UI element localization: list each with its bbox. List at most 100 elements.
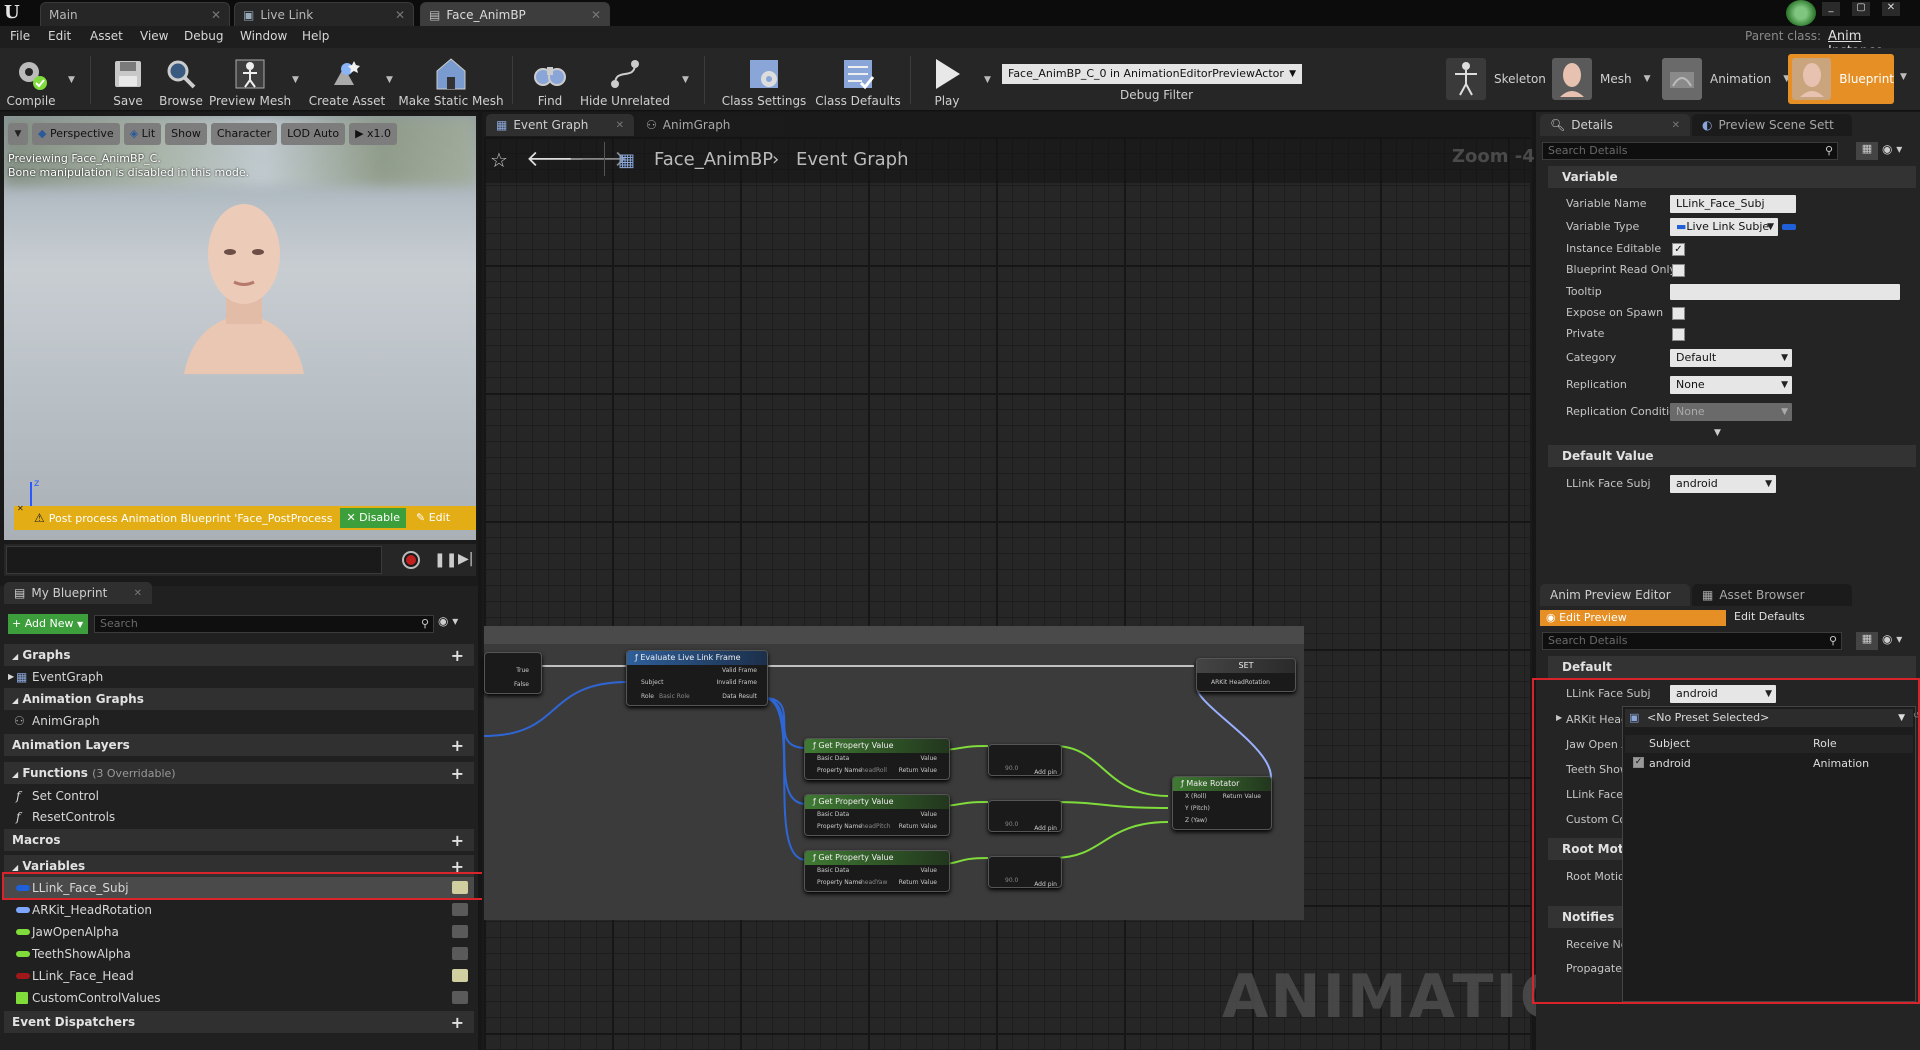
close-window-icon[interactable]: ✕ xyxy=(1882,2,1900,16)
function-item-set-control[interactable]: f Set Control xyxy=(4,785,474,807)
menu-window[interactable]: Window xyxy=(240,29,287,43)
mode-blueprint-button[interactable]: Blueprint xyxy=(1788,54,1894,104)
chevron-down-icon[interactable]: ▼ xyxy=(1900,72,1907,82)
blueprint-search-input[interactable]: Search ⚲ xyxy=(94,615,434,633)
edit-preview-button[interactable]: ◉ Edit Preview xyxy=(1540,610,1726,626)
tab-animgraph[interactable]: ⚇ AnimGraph xyxy=(636,114,784,136)
tab-preview-scene-settings[interactable]: ◐ Preview Scene Sett xyxy=(1692,114,1852,136)
menu-asset[interactable]: Asset xyxy=(90,29,123,43)
property-name-value[interactable]: headYaw xyxy=(861,879,887,886)
visibility-eye-icon[interactable]: ◉ ▾ xyxy=(1882,632,1902,646)
chevron-down-icon[interactable]: ▼ xyxy=(68,75,75,85)
anim-preview-section-default[interactable]: Default xyxy=(1548,656,1916,678)
add-dispatcher-plus-icon[interactable]: + xyxy=(451,1012,464,1034)
make-static-mesh-button[interactable]: Make Static Mesh xyxy=(398,50,504,108)
multiply-node[interactable]: 90.0 Add pin xyxy=(988,856,1062,888)
minimize-icon[interactable]: _ xyxy=(1822,2,1840,16)
maximize-icon[interactable]: ▢ xyxy=(1852,2,1870,16)
close-icon[interactable]: ✕ xyxy=(134,588,142,599)
blueprint-read-only-checkbox[interactable] xyxy=(1672,264,1685,277)
tab-main[interactable]: Main ✕ xyxy=(40,2,230,26)
section-macros[interactable]: Macros + xyxy=(4,829,474,851)
unreal-logo[interactable]: U xyxy=(4,2,26,24)
multiply-node[interactable]: 90.0 Add pin xyxy=(988,744,1062,776)
multiply-value[interactable]: 90.0 xyxy=(1005,765,1018,772)
default-value-dropdown[interactable]: android ▼ xyxy=(1670,475,1776,493)
chevron-down-icon[interactable]: ▼ xyxy=(386,75,393,85)
menu-help[interactable]: Help xyxy=(302,29,329,43)
property-matrix-icon[interactable]: ▦ xyxy=(1856,632,1878,650)
function-item-reset-controls[interactable]: f ResetControls xyxy=(4,806,474,828)
menu-debug[interactable]: Debug xyxy=(184,29,223,43)
tab-anim-preview-editor[interactable]: Anim Preview Editor xyxy=(1540,584,1690,606)
section-animation-layers[interactable]: Animation Layers + xyxy=(4,734,474,756)
visibility-eye-icon[interactable]: ◉ ▾ xyxy=(1882,142,1902,156)
variable-item[interactable]: TeethShowAlpha xyxy=(4,943,474,965)
hide-unrelated-button[interactable]: Hide Unrelated xyxy=(580,50,670,108)
property-matrix-icon[interactable]: ▦ xyxy=(1856,142,1878,160)
edit-defaults-button[interactable]: Edit Defaults xyxy=(1734,610,1805,623)
make-rotator-node[interactable]: ƒ Make Rotator X (Roll) Y (Pitch) Z (Yaw… xyxy=(1172,776,1272,830)
property-name-value[interactable]: headRoll xyxy=(861,767,887,774)
variable-type-dropdown[interactable]: ▬Live Link Subje ▼ xyxy=(1670,218,1778,236)
class-defaults-button[interactable]: Class Defaults xyxy=(814,50,902,108)
branch-node[interactable]: True False xyxy=(484,652,542,694)
step-forward-button[interactable]: ▶| xyxy=(458,551,473,567)
add-graph-plus-icon[interactable]: + xyxy=(451,645,464,667)
disable-post-process-button[interactable]: ✕ Disable xyxy=(340,508,406,528)
expose-on-spawn-checkbox[interactable] xyxy=(1672,307,1685,320)
class-settings-button[interactable]: Class Settings xyxy=(722,50,806,108)
character-button[interactable]: Character xyxy=(210,123,278,145)
variable-item[interactable]: LLink_Face_Head xyxy=(4,965,474,987)
play-button[interactable]: Play xyxy=(922,50,972,108)
chevron-down-icon[interactable]: ▼ xyxy=(682,75,689,85)
breadcrumb-root[interactable]: Face_AnimBP xyxy=(654,149,773,170)
multiply-value[interactable]: 90.0 xyxy=(1005,877,1018,884)
eye-icon[interactable] xyxy=(452,969,468,982)
variable-name-field[interactable]: LLink_Face_Subj xyxy=(1670,195,1796,213)
timeline-track[interactable] xyxy=(6,546,382,574)
close-icon[interactable]: ✕ xyxy=(616,120,624,131)
details-search-input[interactable]: Search Details ⚲ xyxy=(1542,142,1838,160)
chevron-down-icon[interactable]: ▼ xyxy=(1644,74,1651,84)
compile-button[interactable]: Compile xyxy=(4,50,58,108)
evaluate-live-link-frame-node[interactable]: ƒ Evaluate Live Link Frame Subject Role … xyxy=(626,650,768,706)
perspective-button[interactable]: ◆ Perspective xyxy=(32,123,120,145)
close-icon[interactable]: ✕ xyxy=(17,504,24,513)
variable-item[interactable]: ARKit_HeadRotation xyxy=(4,899,474,921)
multiply-value[interactable]: 90.0 xyxy=(1005,821,1018,828)
pause-button[interactable]: ❚❚ xyxy=(434,552,457,568)
variable-item[interactable]: JawOpenAlpha xyxy=(4,921,474,943)
preview-mesh-button[interactable]: Preview Mesh xyxy=(209,50,291,108)
chevron-down-icon[interactable]: ▼ xyxy=(292,75,299,85)
add-macro-plus-icon[interactable]: + xyxy=(451,830,464,852)
add-layer-plus-icon[interactable]: + xyxy=(451,735,464,757)
multiply-node[interactable]: 90.0 Add pin xyxy=(988,800,1062,832)
eye-icon[interactable] xyxy=(452,991,468,1004)
add-pin-label[interactable]: Add pin xyxy=(1034,769,1057,776)
details-section-variable[interactable]: Variable xyxy=(1548,166,1916,188)
notification-icon[interactable] xyxy=(1786,0,1816,26)
property-name-value[interactable]: headPitch xyxy=(861,823,891,830)
section-graphs[interactable]: ◢ Graphs + xyxy=(4,644,474,666)
section-animation-graphs[interactable]: ◢ Animation Graphs xyxy=(4,688,474,710)
close-icon[interactable]: ✕ xyxy=(211,8,221,22)
create-asset-button[interactable]: Create Asset xyxy=(309,50,385,108)
get-property-value-node[interactable]: ƒ Get Property Value Basic Data Property… xyxy=(804,738,950,780)
tab-event-graph[interactable]: ▦ Event Graph ✕ xyxy=(486,114,634,136)
add-new-button[interactable]: + Add New ▼ xyxy=(8,614,88,634)
lod-button[interactable]: LOD Auto xyxy=(281,123,346,145)
role-value[interactable]: Basic Role xyxy=(659,693,690,700)
container-type-icon[interactable] xyxy=(1782,224,1796,230)
find-button[interactable]: Find xyxy=(530,50,570,108)
mode-animation-button[interactable]: Animation ▼ xyxy=(1662,56,1790,102)
tab-live-link[interactable]: ▣ Live Link ✕ xyxy=(234,2,414,26)
set-variable-node[interactable]: SET ARKit HeadRotation xyxy=(1196,658,1296,692)
debug-object-selector[interactable]: Face_AnimBP_C_0 in AnimationEditorPrevie… xyxy=(1002,64,1302,84)
category-dropdown[interactable]: Default ▼ xyxy=(1670,349,1792,367)
mode-mesh-button[interactable]: Mesh ▼ xyxy=(1552,56,1651,102)
show-button[interactable]: Show xyxy=(165,123,207,145)
add-function-plus-icon[interactable]: + xyxy=(451,763,464,785)
tooltip-field[interactable] xyxy=(1670,284,1900,300)
save-button[interactable]: Save xyxy=(106,50,150,108)
